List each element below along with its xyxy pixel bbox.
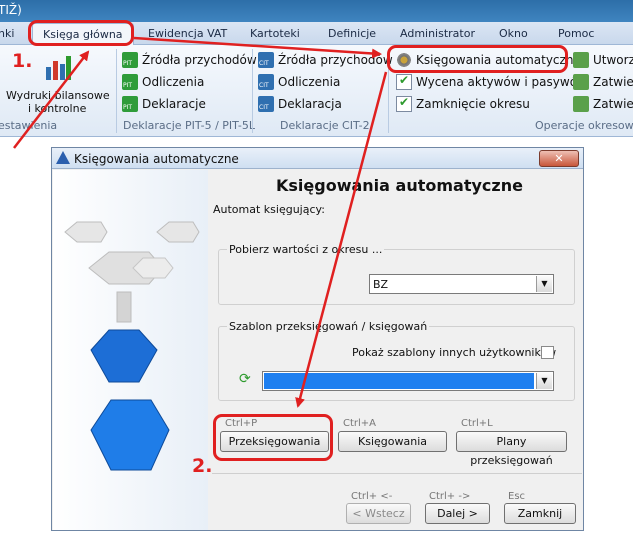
tab-kartoteki[interactable]: Kartoteki xyxy=(250,27,300,40)
reports-label-2: i kontrolne xyxy=(28,102,87,115)
hexagon-steps-illustration xyxy=(64,221,200,471)
tab-pomoc[interactable]: Pomoc xyxy=(558,27,594,40)
calculator-icon xyxy=(573,74,589,90)
group-label-zestawienia: estawienia xyxy=(0,119,58,132)
plany-przeksiegowan-button[interactable]: Plany przeksięgowań xyxy=(456,431,567,467)
pit-icon xyxy=(122,96,138,112)
highlight-przeksiegowania xyxy=(213,414,333,461)
chevron-down-icon[interactable]: ▼ xyxy=(536,373,552,389)
highlight-ksiega-glowna xyxy=(28,20,134,46)
pit-zrodla-label: Źródła przychodów xyxy=(142,53,257,67)
reports-label-1: Wydruki bilansowe xyxy=(6,89,110,102)
dialog-heading: Księgowania automatyczne xyxy=(276,176,523,195)
show-others-checkbox[interactable] xyxy=(541,346,554,359)
step-2-label: 2. xyxy=(192,455,213,477)
close-dialog-button[interactable]: Zamknij xyxy=(504,503,576,524)
utworz-label: Utworz xyxy=(593,53,633,67)
zamkniecie-okresu-label: Zamknięcie okresu xyxy=(416,97,530,111)
utworz-button[interactable]: Utworz xyxy=(573,51,633,69)
next-button[interactable]: Dalej > xyxy=(425,503,490,524)
pit-deklaracje-label: Deklaracje xyxy=(142,97,206,111)
zatwierdz-label: Zatwierd xyxy=(593,75,633,89)
wycena-aktywow-button[interactable]: Wycena aktywów i pasywów xyxy=(396,73,587,91)
template-group-label: Szablon przeksięgowań / księgowań xyxy=(227,320,430,333)
shortcut-zamknij: Esc xyxy=(508,491,526,502)
period-select[interactable]: BZ ▼ xyxy=(369,274,554,294)
bar-chart-icon xyxy=(46,56,71,80)
group-label-pit: Deklaracje PIT-5 / PIT-5L xyxy=(123,119,255,132)
cit-icon xyxy=(258,52,274,68)
cit-odliczenia-label: Odliczenia xyxy=(278,75,341,89)
cit-odliczenia[interactable]: Odliczenia xyxy=(258,73,340,91)
close-icon: ✕ xyxy=(554,152,564,165)
tab-raporty[interactable]: nki xyxy=(0,27,14,40)
group-separator xyxy=(252,49,253,133)
pit-icon xyxy=(122,74,138,90)
shortcut-wstecz: Ctrl+ <- xyxy=(351,491,393,502)
app-title-bar: TIŽ) xyxy=(0,0,633,22)
cit-zrodla-label: Źródła przychodów xyxy=(278,53,393,67)
close-button[interactable]: ✕ xyxy=(539,150,579,167)
calculator-icon xyxy=(573,96,589,112)
cit-deklaracja-label: Deklaracja xyxy=(278,97,342,111)
zatwierdz-2-button[interactable]: Zatwierd xyxy=(573,95,633,113)
cit-zrodla-przychodow[interactable]: Źródła przychodów xyxy=(258,51,393,69)
tab-ewidencja-vat[interactable]: Ewidencja VAT xyxy=(148,27,227,40)
group-label-cit: Deklaracje CIT-2 xyxy=(280,119,370,132)
pit-zrodla-przychodow[interactable]: Źródła przychodów xyxy=(122,51,257,69)
period-group: Pobierz wartości z okresu ... BZ ▼ xyxy=(218,243,575,305)
period-group-label: Pobierz wartości z okresu ... xyxy=(227,243,385,256)
pit-odliczenia[interactable]: Odliczenia xyxy=(122,73,204,91)
dialog-title-bar: Księgowania automatyczne ✕ xyxy=(52,148,583,169)
wycena-aktywow-label: Wycena aktywów i pasywów xyxy=(416,75,587,89)
checkmark-icon xyxy=(396,95,412,112)
tab-okno[interactable]: Okno xyxy=(499,27,528,40)
cit-icon xyxy=(258,96,274,112)
wizard-illustration xyxy=(53,170,208,530)
pit-deklaracje[interactable]: Deklaracje xyxy=(122,95,206,113)
step-1-label: 1. xyxy=(12,50,33,72)
group-label-operacje: Operacje okresowe xyxy=(535,119,633,132)
template-select[interactable]: ▼ xyxy=(262,371,554,391)
app-title: TIŽ) xyxy=(0,3,22,17)
dialog-divider xyxy=(212,473,582,474)
group-separator xyxy=(116,49,117,133)
show-others-label: Pokaż szablony innych użytkowników xyxy=(352,346,557,359)
refresh-icon[interactable]: ⟳ xyxy=(239,372,251,386)
ksiegowania-dialog: Księgowania automatyczne ✕ Księgowania a… xyxy=(51,147,584,531)
checkmark-icon xyxy=(396,73,412,90)
back-button[interactable]: < Wstecz xyxy=(346,503,411,524)
shortcut-ksiegowania: Ctrl+A xyxy=(343,418,377,429)
automat-label: Automat księgujący: xyxy=(213,203,325,216)
highlight-ksiegowania-automatyczne xyxy=(387,45,568,73)
pit-icon xyxy=(122,52,138,68)
pit-odliczenia-label: Odliczenia xyxy=(142,75,205,89)
chevron-down-icon[interactable]: ▼ xyxy=(536,276,552,292)
cit-deklaracja[interactable]: Deklaracja xyxy=(258,95,342,113)
zatwierdz-2-label: Zatwierd xyxy=(593,97,633,111)
cit-icon xyxy=(258,74,274,90)
period-select-value: BZ xyxy=(373,278,389,291)
zatwierdz-button[interactable]: Zatwierd xyxy=(573,73,633,91)
zamkniecie-okresu-button[interactable]: Zamknięcie okresu xyxy=(396,95,530,113)
app-logo-icon xyxy=(56,151,70,164)
dialog-title: Księgowania automatyczne xyxy=(74,152,239,166)
template-select-highlight xyxy=(264,373,534,389)
shortcut-plany: Ctrl+L xyxy=(461,418,493,429)
tab-administrator[interactable]: Administrator xyxy=(400,27,475,40)
shortcut-dalej: Ctrl+ -> xyxy=(429,491,471,502)
tab-definicje[interactable]: Definicje xyxy=(328,27,376,40)
template-group: Szablon przeksięgowań / księgowań Pokaż … xyxy=(218,320,575,401)
ksiegowania-button[interactable]: Księgowania xyxy=(338,431,447,452)
calculator-icon xyxy=(573,52,589,68)
